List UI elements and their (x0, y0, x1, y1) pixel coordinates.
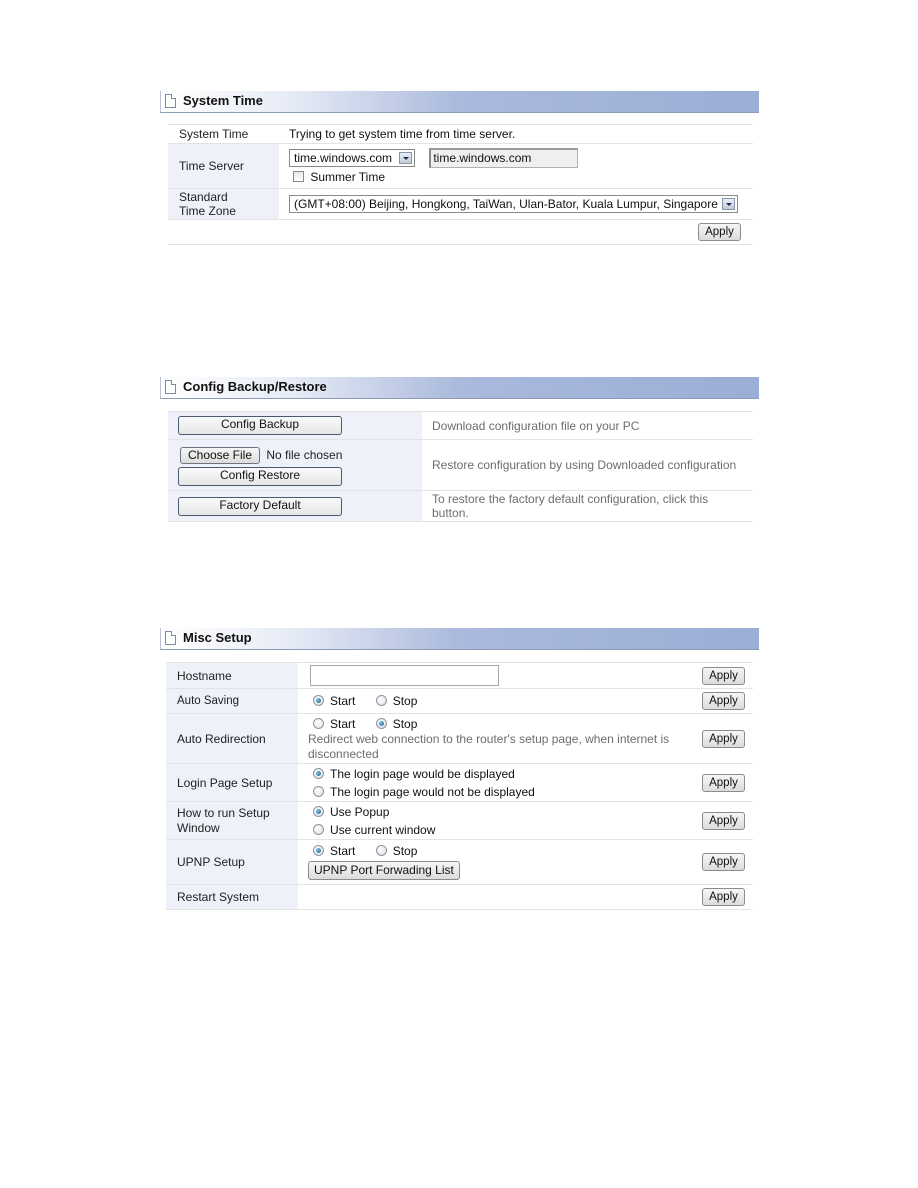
config-backup-row: Config Backup Download configuration fil… (168, 411, 753, 440)
login-page-label: Login Page Setup (166, 763, 298, 802)
upnp-apply-button[interactable]: Apply (702, 853, 745, 871)
auto-saving-stop-radio[interactable] (375, 694, 387, 706)
system-time-value: Trying to get system time from time serv… (279, 124, 753, 144)
time-server-label: Time Server (168, 143, 279, 189)
no-file-chosen-text: No file chosen (266, 447, 343, 462)
hostname-input[interactable] (310, 665, 499, 686)
section-title: System Time (183, 93, 263, 108)
time-server-row: Time Server time.windows.com time.window… (168, 143, 753, 189)
config-backup-button[interactable]: Config Backup (178, 416, 342, 435)
hostname-label: Hostname (166, 662, 298, 689)
system-time-table: System Time Trying to get system time fr… (168, 124, 753, 245)
login-page-apply-button[interactable]: Apply (702, 773, 745, 792)
auto-saving-row: Auto Saving Start Stop Apply (166, 688, 753, 714)
restart-system-row: Restart System Apply (166, 884, 753, 910)
restart-system-label: Restart System (166, 884, 298, 910)
choose-file-button[interactable]: Choose File (180, 446, 260, 464)
time-zone-label: Standard Time Zone (168, 188, 279, 220)
restart-system-apply-button[interactable]: Apply (702, 888, 745, 906)
use-popup-radio[interactable] (313, 805, 324, 817)
upnp-row: UPNP Setup Start Stop UPNP Port Forwadin… (166, 839, 753, 885)
auto-redirection-label: Auto Redirection (166, 713, 298, 764)
system-time-apply-row: Apply (168, 219, 753, 245)
system-time-section: System Time (160, 91, 759, 113)
system-time-label: System Time (168, 124, 279, 144)
factory-default-desc: To restore the factory default configura… (422, 490, 753, 522)
config-header: Config Backup/Restore (160, 377, 759, 399)
document-icon (165, 631, 176, 645)
factory-default-button[interactable]: Factory Default (178, 496, 342, 516)
config-restore-button[interactable]: Config Restore (178, 466, 342, 486)
config-restore-desc: Restore configuration by using Downloade… (422, 439, 753, 491)
auto-redirection-start-radio[interactable] (313, 717, 324, 729)
time-server-input[interactable]: time.windows.com (429, 147, 579, 168)
misc-section: Misc Setup (160, 628, 759, 650)
document-icon (165, 94, 176, 108)
section-title: Misc Setup (183, 630, 252, 645)
config-table: Config Backup Download configuration fil… (168, 411, 753, 522)
dropdown-arrow-icon[interactable] (722, 198, 735, 210)
config-backup-desc: Download configuration file on your PC (422, 411, 753, 440)
login-page-displayed-radio[interactable] (313, 767, 324, 779)
misc-header: Misc Setup (160, 628, 759, 650)
setup-window-apply-button[interactable]: Apply (702, 811, 745, 830)
misc-table: Hostname Apply Auto Saving Start Stop Ap… (166, 662, 753, 910)
upnp-start-radio[interactable] (313, 844, 324, 856)
time-zone-row: Standard Time Zone (GMT+08:00) Beijing, … (168, 188, 753, 220)
setup-window-row: How to run Setup Window Use Popup Use cu… (166, 801, 753, 840)
login-page-row: Login Page Setup The login page would be… (166, 763, 753, 802)
upnp-stop-radio[interactable] (375, 844, 387, 856)
document-icon (165, 380, 176, 394)
use-current-window-radio[interactable] (313, 823, 324, 835)
system-time-header: System Time (160, 91, 759, 113)
system-time-apply-button[interactable]: Apply (698, 223, 741, 241)
time-zone-select[interactable]: (GMT+08:00) Beijing, Hongkong, TaiWan, U… (289, 195, 738, 213)
upnp-label: UPNP Setup (166, 839, 298, 885)
auto-redirection-desc: Redirect web connection to the router's … (308, 731, 670, 761)
auto-redirection-apply-button[interactable]: Apply (702, 729, 745, 748)
upnp-port-forwarding-list-button[interactable]: UPNP Port Forwading List (308, 860, 460, 880)
auto-saving-start-radio[interactable] (313, 694, 324, 706)
login-page-not-displayed-radio[interactable] (313, 785, 324, 797)
setup-window-label: How to run Setup Window (166, 801, 298, 840)
config-section: Config Backup/Restore (160, 377, 759, 399)
auto-saving-label: Auto Saving (166, 688, 298, 714)
dropdown-arrow-icon[interactable] (399, 151, 412, 164)
auto-redirection-row: Auto Redirection Start Stop Redirect web… (166, 713, 753, 764)
time-server-select[interactable]: time.windows.com (289, 148, 415, 167)
factory-default-row: Factory Default To restore the factory d… (168, 490, 753, 522)
section-title: Config Backup/Restore (183, 379, 327, 394)
hostname-row: Hostname Apply (166, 662, 753, 689)
hostname-apply-button[interactable]: Apply (702, 666, 745, 685)
summer-time-label: Summer Time (310, 170, 386, 184)
config-restore-row: Choose File No file chosen Config Restor… (168, 439, 753, 491)
auto-saving-apply-button[interactable]: Apply (702, 692, 745, 710)
summer-time-checkbox[interactable] (293, 171, 304, 182)
auto-redirection-stop-radio[interactable] (375, 717, 387, 729)
system-time-row: System Time Trying to get system time fr… (168, 124, 753, 144)
